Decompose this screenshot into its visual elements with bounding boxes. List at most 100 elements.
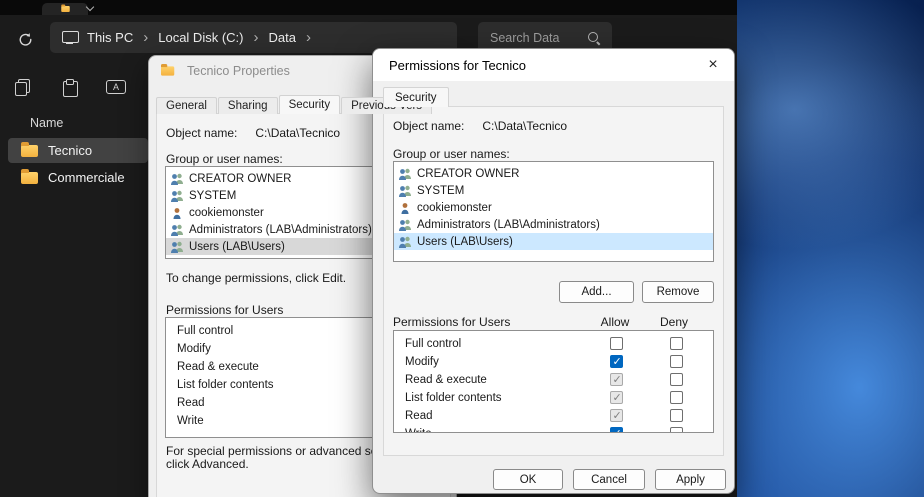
permission-label: Modify (405, 356, 439, 368)
permission-row-full-control: Full control (394, 335, 713, 353)
allow-checkbox[interactable] (610, 427, 623, 433)
group-icon (170, 190, 184, 202)
add-button[interactable]: Add... (559, 281, 634, 303)
chevron-right-icon[interactable]: › (253, 30, 258, 45)
refresh-button[interactable] (10, 24, 40, 54)
list-item-administrators[interactable]: Administrators (LAB\Administrators) (394, 216, 713, 233)
list-item-label: CREATOR OWNER (189, 173, 291, 185)
folder-icon (61, 6, 70, 12)
permission-label: Write (405, 428, 432, 433)
allow-checkbox[interactable] (610, 373, 623, 386)
deny-checkbox[interactable] (670, 409, 683, 422)
group-icon (398, 185, 412, 197)
rename-button[interactable] (104, 75, 128, 99)
copy-icon (15, 79, 30, 96)
deny-checkbox[interactable] (670, 391, 683, 404)
list-item-label: Users (LAB\Users) (417, 236, 513, 248)
permission-row-list-folder-contents: List folder contents (394, 389, 713, 407)
list-item-label: CREATOR OWNER (417, 168, 519, 180)
object-name-label: Object name: (166, 126, 237, 140)
apply-button[interactable]: Apply (655, 469, 726, 490)
group-icon (170, 241, 184, 253)
file-row-commerciale[interactable]: Commerciale (8, 165, 148, 190)
group-list-label: Group or user names: (166, 152, 283, 166)
advanced-hint-text: For special permissions or advanced sett… (166, 444, 400, 458)
tab-sharing[interactable]: Sharing (218, 97, 278, 114)
permission-label: List folder contents (405, 392, 502, 404)
search-icon (587, 31, 600, 44)
copy-button[interactable] (10, 75, 34, 99)
group-icon (398, 219, 412, 231)
deny-checkbox[interactable] (670, 373, 683, 386)
list-item-creator-owner[interactable]: CREATOR OWNER (394, 165, 713, 182)
search-placeholder: Search Data (490, 31, 559, 45)
object-name-label: Object name: (393, 119, 464, 133)
deny-column-header: Deny (651, 315, 697, 329)
group-user-list: CREATOR OWNER SYSTEM cookiemonster Admin… (393, 161, 714, 262)
refresh-icon (18, 32, 33, 47)
permissions-table-label: Permissions for Users (393, 315, 510, 329)
tab-general[interactable]: General (156, 97, 217, 114)
permission-label: Read & execute (405, 374, 487, 386)
group-icon (170, 224, 184, 236)
breadcrumb-this-pc[interactable]: This PC (87, 30, 133, 45)
cancel-button[interactable]: Cancel (573, 469, 645, 490)
object-name-value: C:\Data\Tecnico (255, 126, 340, 140)
close-button[interactable]: × (692, 49, 734, 81)
permission-row-modify: Modify (394, 353, 713, 371)
permission-row-read: Read (394, 407, 713, 425)
tab-security[interactable]: Security (279, 95, 341, 114)
allow-checkbox[interactable] (610, 391, 623, 404)
chevron-right-icon[interactable]: › (143, 30, 148, 45)
breadcrumb-local-disk-c[interactable]: Local Disk (C:) (158, 30, 243, 45)
allow-checkbox[interactable] (610, 337, 623, 350)
permission-label: Read (405, 410, 433, 422)
user-icon (398, 202, 412, 214)
allow-checkbox[interactable] (610, 409, 623, 422)
list-item-label: SYSTEM (417, 185, 464, 197)
desktop: This PC › Local Disk (C:) › Data › Searc… (0, 0, 924, 497)
permission-row-read-execute: Read & execute (394, 371, 713, 389)
group-icon (398, 236, 412, 248)
breadcrumb-data[interactable]: Data (268, 30, 295, 45)
dialog-title: Permissions for Tecnico (389, 58, 526, 73)
edit-hint-text: To change permissions, click Edit. (166, 271, 346, 285)
ok-button[interactable]: OK (493, 469, 563, 490)
rename-icon (106, 80, 126, 94)
list-item-label: SYSTEM (189, 190, 236, 202)
file-name: Tecnico (48, 143, 92, 158)
explorer-tab[interactable] (42, 3, 88, 15)
group-icon (398, 168, 412, 180)
permissions-dialog-titlebar: Permissions for Tecnico × (373, 49, 734, 81)
paste-icon (63, 79, 76, 96)
list-item-label: cookiemonster (417, 202, 492, 214)
chevron-right-icon[interactable]: › (306, 30, 311, 45)
column-header-name[interactable]: Name (30, 116, 63, 130)
user-icon (170, 207, 184, 219)
paste-button[interactable] (57, 75, 81, 99)
explorer-tab-strip (0, 0, 737, 15)
deny-checkbox[interactable] (670, 337, 683, 350)
folder-icon (21, 145, 38, 157)
group-list-label: Group or user names: (393, 147, 510, 161)
permission-label: Full control (405, 338, 461, 350)
dialog-title: Tecnico Properties (187, 64, 290, 78)
permissions-table: Full control Modify Read & execute List … (393, 330, 714, 433)
this-pc-icon (62, 31, 77, 44)
list-item-label: Users (LAB\Users) (189, 241, 285, 253)
object-name-value: C:\Data\Tecnico (482, 119, 567, 133)
folder-icon (161, 66, 174, 75)
list-item-cookiemonster[interactable]: cookiemonster (394, 199, 713, 216)
remove-button[interactable]: Remove (642, 281, 714, 303)
list-item-users[interactable]: Users (LAB\Users) (394, 233, 713, 250)
list-item-label: cookiemonster (189, 207, 264, 219)
allow-checkbox[interactable] (610, 355, 623, 368)
file-row-tecnico[interactable]: Tecnico (8, 138, 148, 163)
list-item-label: Administrators (LAB\Administrators) (417, 219, 600, 231)
tab-security[interactable]: Security (383, 87, 449, 107)
group-icon (170, 173, 184, 185)
deny-checkbox[interactable] (670, 427, 683, 433)
deny-checkbox[interactable] (670, 355, 683, 368)
list-item-label: Administrators (LAB\Administrators) (189, 224, 372, 236)
list-item-system[interactable]: SYSTEM (394, 182, 713, 199)
